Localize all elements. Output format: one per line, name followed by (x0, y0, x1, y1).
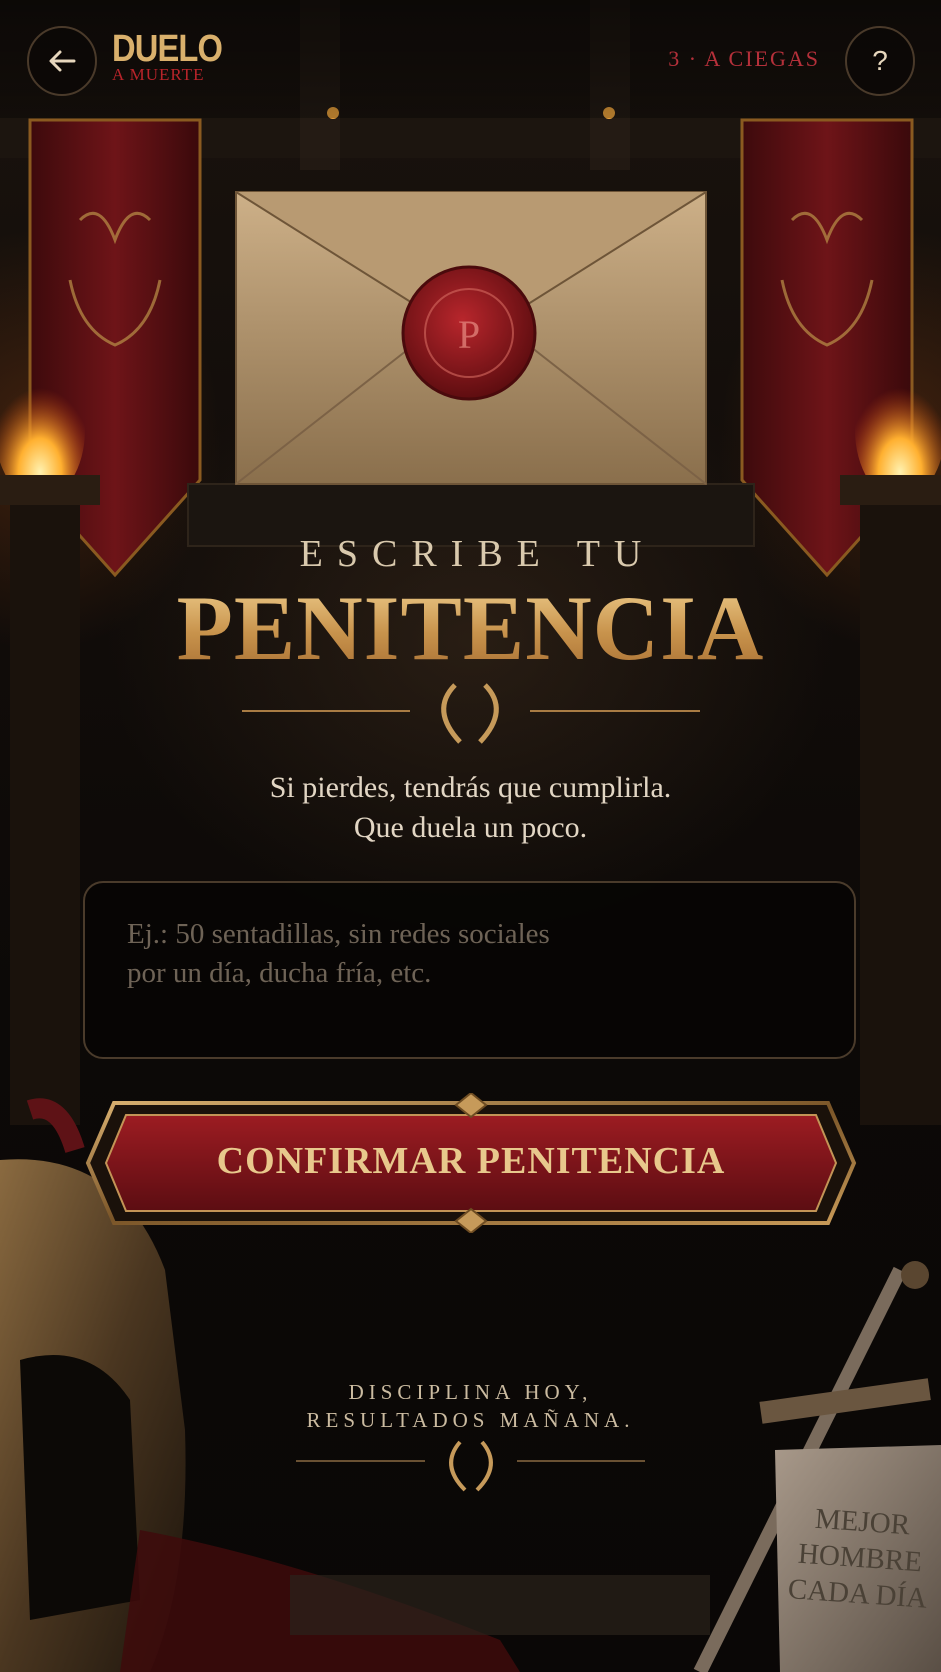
help-button[interactable]: ? (845, 26, 915, 96)
instruction-line-1: Si pierdes, tendrás que cumplirla. (269, 771, 672, 804)
confirm-penance-button[interactable]: CONFIRMAR PENITENCIA (84, 1093, 858, 1233)
motto-line-1: DISCIPLINA HOY, (348, 1380, 593, 1404)
arrow-left-icon (49, 50, 76, 72)
instruction-text: Si pierdes, tendrás que cumplirla. Que d… (0, 768, 941, 848)
svg-text:P: P (458, 312, 480, 357)
logo-title: DUELO (112, 28, 223, 70)
pre-title: ESCRIBE TU (299, 533, 656, 575)
top-bar: DUELO A MUERTE 3 · A CIEGAS ? (0, 0, 941, 118)
motto-line-2: RESULTADOS MAÑANA. (306, 1408, 635, 1432)
back-button[interactable] (27, 26, 97, 96)
app-logo: DUELO A MUERTE (112, 30, 232, 84)
duel-mode-label: 3 · A CIEGAS (668, 46, 820, 71)
screen: P DUELO A MUERTE 3 · A CIEGAS ? ESCRIBE … (0, 0, 941, 1672)
penance-input[interactable] (125, 913, 819, 1037)
confirm-button-label: CONFIRMAR PENITENCIA (216, 1140, 726, 1182)
page-title: PENITENCIA (0, 580, 941, 676)
penance-field[interactable] (83, 881, 856, 1059)
instruction-line-2: Que duela un poco. (353, 811, 588, 844)
motto: DISCIPLINA HOY, RESULTADOS MAÑANA. (0, 1378, 941, 1434)
stone-inscription: MEJOR HOMBRE CADA DÍA (776, 1499, 941, 1618)
